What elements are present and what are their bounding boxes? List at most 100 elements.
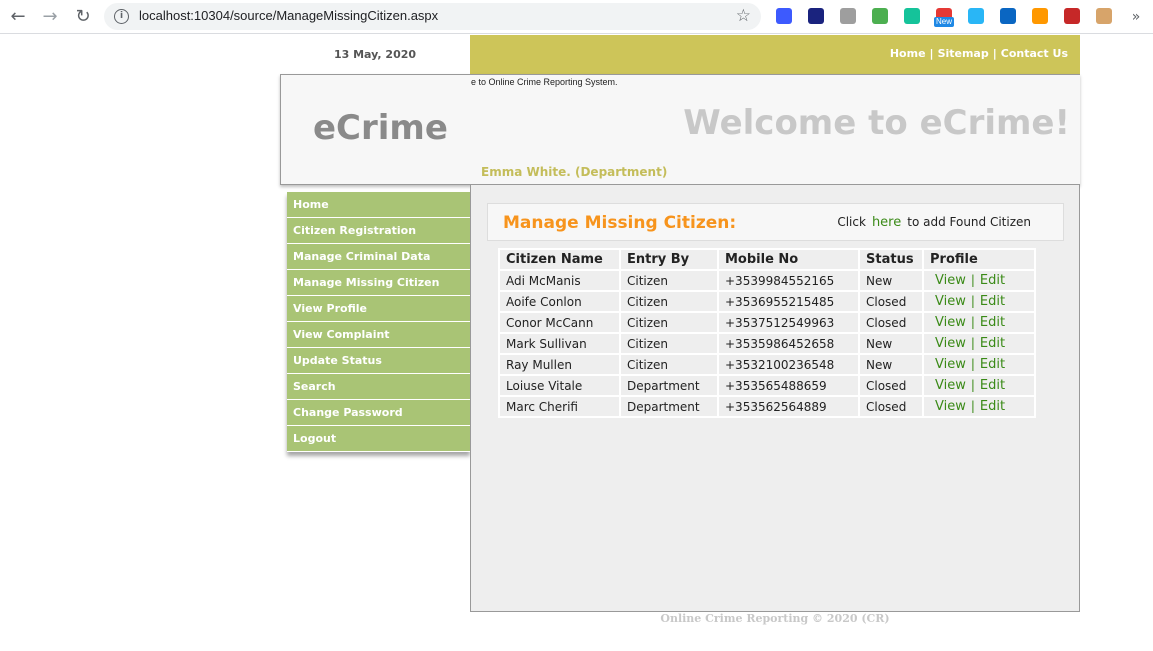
- sidebar-item-manage-criminal-data[interactable]: Manage Criminal Data: [287, 244, 470, 270]
- add-found-citizen-hint: Click here to add Found Citizen: [837, 215, 1031, 230]
- view-link[interactable]: View: [935, 315, 966, 330]
- status-cell: Closed: [858, 290, 924, 313]
- edit-link[interactable]: Edit: [980, 378, 1005, 393]
- column-header-mobile: Mobile No: [717, 248, 860, 271]
- edit-link[interactable]: Edit: [980, 336, 1005, 351]
- sidebar-item-update-status[interactable]: Update Status: [287, 348, 470, 374]
- view-link[interactable]: View: [935, 399, 966, 414]
- profile-actions-cell: View | Edit: [922, 353, 1036, 376]
- sidebar-item-view-complaint[interactable]: View Complaint: [287, 322, 470, 348]
- table-row: Loiuse Vitale Department +353565488659 Clos…: [498, 374, 1036, 397]
- top-links: Home | Sitemap | Contact Us: [890, 47, 1068, 60]
- sidebar-item-home[interactable]: Home: [287, 192, 470, 218]
- status-cell: Closed: [858, 374, 924, 397]
- table-row: Aoife Conlon Citizen +3536955215485 Closed V…: [498, 290, 1036, 313]
- book-ext-icon[interactable]: [1064, 8, 1080, 24]
- page-title: Manage Missing Citizen:: [503, 213, 737, 233]
- welcome-banner: Welcome to eCrime!: [683, 103, 1070, 143]
- mobile-cell: +3539984552165: [717, 269, 860, 292]
- sidebar-menu: Home Citizen Registration Manage Criminal …: [287, 192, 470, 452]
- column-header-status: Status: [858, 248, 924, 271]
- status-cell: New: [858, 353, 924, 376]
- column-header-citizen-name: Citizen Name: [498, 248, 621, 271]
- url-text[interactable]: localhost:10304/source/ManageMissingCiti…: [139, 8, 438, 23]
- sidebar-item-search[interactable]: Search: [287, 374, 470, 400]
- table-row: Ray Mullen Citizen +3532100236548 New View | E…: [498, 353, 1036, 376]
- shield-ext-icon[interactable]: [840, 8, 856, 24]
- entry-by-cell: Department: [619, 374, 719, 397]
- entry-by-cell: Citizen: [619, 290, 719, 313]
- back-icon[interactable]: ←: [6, 5, 30, 29]
- mobile-cell: +3535986452658: [717, 332, 860, 355]
- view-link[interactable]: View: [935, 357, 966, 372]
- action-separator: |: [970, 273, 975, 287]
- citizen-name-cell: Marc Cherifi: [498, 395, 621, 418]
- mouse-ext-icon[interactable]: [808, 8, 824, 24]
- citizen-name-cell: Mark Sullivan: [498, 332, 621, 355]
- date-strip: 13 May, 2020: [280, 35, 470, 75]
- view-link[interactable]: View: [935, 336, 966, 351]
- table-header-row: Citizen Name Entry By Mobile No Status P…: [498, 248, 1036, 271]
- add-found-citizen-link[interactable]: here: [872, 215, 901, 230]
- sidebar-item-citizen-registration[interactable]: Citizen Registration: [287, 218, 470, 244]
- view-link[interactable]: View: [935, 273, 966, 288]
- citizen-name-cell: Ray Mullen: [498, 353, 621, 376]
- top-link-contact[interactable]: Contact Us: [1001, 47, 1068, 60]
- top-bar: Home | Sitemap | Contact Us: [470, 35, 1080, 75]
- address-bar[interactable]: i localhost:10304/source/ManageMissingCi…: [104, 3, 761, 30]
- current-date: 13 May, 2020: [333, 48, 417, 61]
- view-link[interactable]: View: [935, 294, 966, 309]
- bookmark-star-icon[interactable]: ☆: [736, 6, 751, 26]
- reload-icon[interactable]: ↻: [71, 5, 95, 29]
- new-ext-icon[interactable]: New: [934, 8, 955, 27]
- top-link-sitemap[interactable]: Sitemap: [938, 47, 989, 60]
- edit-link[interactable]: Edit: [980, 357, 1005, 372]
- profile-actions-cell: View | Edit: [922, 290, 1036, 313]
- grammarly-ext-icon[interactable]: [904, 8, 920, 24]
- edit-link[interactable]: Edit: [980, 315, 1005, 330]
- face-ext-icon[interactable]: [1096, 8, 1112, 24]
- marquee-text: e to Online Crime Reporting System.: [471, 77, 618, 87]
- sidebar-item-manage-missing-citizen[interactable]: Manage Missing Citizen: [287, 270, 470, 296]
- profile-actions-cell: View | Edit: [922, 311, 1036, 334]
- palette-ext-icon[interactable]: [1032, 8, 1048, 24]
- click-suffix: to add Found Citizen: [907, 215, 1031, 229]
- more-extensions-icon[interactable]: »: [1124, 5, 1148, 29]
- sidebar-item-logout[interactable]: Logout: [287, 426, 470, 452]
- entry-by-cell: Citizen: [619, 353, 719, 376]
- forward-icon[interactable]: →: [38, 5, 62, 29]
- action-separator: |: [970, 336, 975, 350]
- action-separator: |: [970, 357, 975, 371]
- top-link-separator: |: [992, 47, 997, 60]
- table-row: Adi McManis Citizen +3539984552165 New View |…: [498, 269, 1036, 292]
- logged-in-user: Emma White. (Department): [481, 165, 668, 179]
- new-badge: New: [934, 17, 955, 27]
- edit-link[interactable]: Edit: [980, 399, 1005, 414]
- action-separator: |: [970, 294, 975, 308]
- citizen-name-cell: Aoife Conlon: [498, 290, 621, 313]
- edit-link[interactable]: Edit: [980, 273, 1005, 288]
- mobile-cell: +3536955215485: [717, 290, 860, 313]
- sidebar-item-view-profile[interactable]: View Profile: [287, 296, 470, 322]
- entry-by-cell: Department: [619, 395, 719, 418]
- site-logo: eCrime: [313, 108, 448, 148]
- footer-copyright: Online Crime Reporting © 2020 (CR): [660, 612, 890, 625]
- window-ext-icon[interactable]: [968, 8, 984, 24]
- table-row: Marc Cherifi Department +353562564889 Close…: [498, 395, 1036, 418]
- profile-actions-cell: View | Edit: [922, 374, 1036, 397]
- view-link[interactable]: View: [935, 378, 966, 393]
- entry-by-cell: Citizen: [619, 269, 719, 292]
- mobile-cell: +3537512549963: [717, 311, 860, 334]
- linkedin-ext-icon[interactable]: [1000, 8, 1016, 24]
- edit-link[interactable]: Edit: [980, 294, 1005, 309]
- printer-ext-icon[interactable]: [872, 8, 888, 24]
- missing-citizen-table: Citizen Name Entry By Mobile No Status P…: [498, 248, 1036, 418]
- table-row: Conor McCann Citizen +3537512549963 Closed V…: [498, 311, 1036, 334]
- info-icon[interactable]: i: [114, 9, 129, 24]
- top-link-home[interactable]: Home: [890, 47, 926, 60]
- column-header-entry-by: Entry By: [619, 248, 719, 271]
- entry-by-cell: Citizen: [619, 332, 719, 355]
- status-cell: Closed: [858, 311, 924, 334]
- sidebar-item-change-password[interactable]: Change Password: [287, 400, 470, 426]
- rocket-ext-icon[interactable]: [776, 8, 792, 24]
